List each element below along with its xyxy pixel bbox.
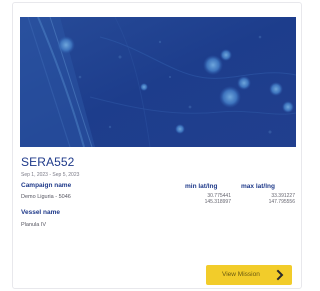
min-coordinates: 30.775441 145.318997 — [185, 193, 231, 205]
bathymetry-map-thumbnail — [20, 17, 296, 147]
campaign-name-label: Campaign name — [21, 182, 72, 189]
mission-title: SERA552 — [21, 155, 75, 169]
mission-card: SERA552 Sep 1, 2023 - Sep 5, 2023 Campai… — [12, 2, 302, 289]
view-mission-label: View Mission — [222, 271, 260, 278]
vessel-name-label: Vessel name — [21, 209, 61, 216]
min-lng-value: 145.318997 — [204, 199, 231, 205]
campaign-name-value: Demo Liguria - 5046 — [21, 194, 71, 200]
min-lat-lng-label: min lat/lng — [185, 183, 218, 190]
vessel-name-value: Planula IV — [21, 222, 47, 228]
max-lng-value: 147.795556 — [268, 199, 295, 205]
max-lat-lng-label: max lat/lng — [241, 183, 275, 190]
max-coordinates: 33.391227 147.795556 — [247, 193, 295, 205]
chevron-right-icon — [275, 269, 285, 281]
mission-date-range: Sep 1, 2023 - Sep 5, 2023 — [21, 172, 80, 178]
view-mission-button[interactable]: View Mission — [206, 265, 292, 285]
